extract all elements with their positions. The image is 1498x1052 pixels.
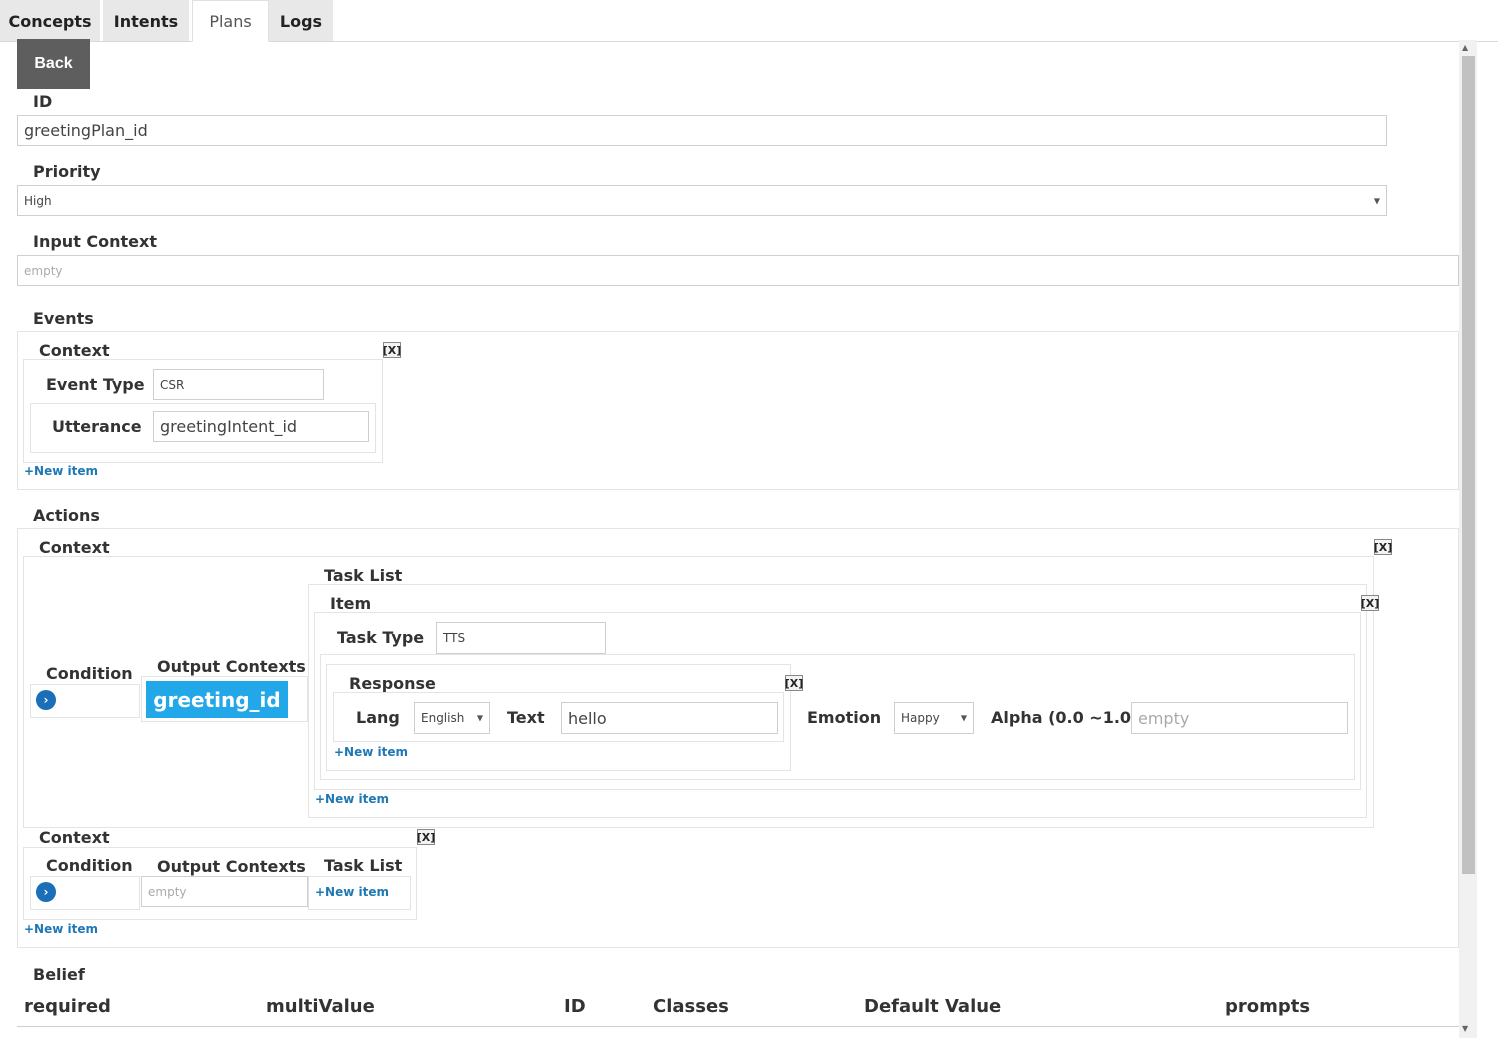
- emotion-value: Happy: [901, 711, 940, 725]
- response-label: Response: [349, 674, 436, 693]
- task-list-new-item-link[interactable]: +New item: [315, 792, 389, 806]
- emotion-label: Emotion: [807, 708, 882, 727]
- tab-logs[interactable]: Logs: [269, 0, 336, 42]
- context2-task-list-label: Task List: [324, 856, 403, 875]
- belief-col-id: ID: [564, 996, 586, 1017]
- context1-task-list-label: Task List: [324, 566, 403, 585]
- utterance-label: Utterance: [52, 417, 142, 436]
- belief-col-default-value: Default Value: [864, 996, 1002, 1017]
- input-context-label: Input Context: [33, 232, 157, 251]
- tab-intents[interactable]: Intents: [103, 0, 192, 42]
- chevron-right-circle-icon[interactable]: ›: [36, 882, 56, 902]
- lang-label: Lang: [356, 708, 400, 727]
- scroll-up-arrow-icon[interactable]: ▲: [1462, 43, 1468, 52]
- text-input[interactable]: hello: [561, 702, 778, 734]
- caret-down-icon: ▼: [476, 713, 483, 723]
- priority-value: High: [24, 193, 52, 208]
- event-type-label: Event Type: [46, 375, 145, 394]
- actions-context1-close-button[interactable]: [X]: [1374, 539, 1392, 555]
- back-button[interactable]: Back: [17, 39, 90, 89]
- events-context-label: Context: [39, 341, 110, 360]
- actions-new-item-link[interactable]: +New item: [24, 922, 98, 936]
- context2-condition-label: Condition: [46, 856, 133, 875]
- context1-output-contexts-label: Output Contexts: [157, 657, 306, 676]
- id-input[interactable]: greetingPlan_id: [17, 115, 1387, 146]
- tab-plans[interactable]: Plans: [192, 0, 269, 42]
- priority-select[interactable]: High ▼: [17, 185, 1387, 216]
- scroll-down-arrow-icon[interactable]: ▼: [1462, 1024, 1468, 1033]
- task-item-label: Item: [330, 594, 372, 613]
- actions-context2-close-button[interactable]: [X]: [417, 829, 435, 845]
- belief-header-divider: [17, 1026, 1459, 1027]
- input-context-field[interactable]: empty: [17, 255, 1459, 286]
- events-new-item-link[interactable]: +New item: [24, 464, 98, 478]
- lang-select[interactable]: English ▼: [414, 702, 490, 734]
- utterance-input[interactable]: greetingIntent_id: [153, 411, 369, 442]
- caret-down-icon: ▼: [1373, 196, 1380, 205]
- alpha-input[interactable]: empty: [1131, 702, 1348, 734]
- text-label: Text: [507, 708, 545, 727]
- task-type-label: Task Type: [337, 628, 425, 647]
- response-close-button[interactable]: [X]: [785, 675, 803, 691]
- emotion-select[interactable]: Happy ▼: [894, 702, 974, 734]
- actions-context1-label: Context: [39, 538, 110, 557]
- alpha-label: Alpha (0.0 ~1.0): [991, 708, 1139, 727]
- belief-col-required: required: [24, 996, 111, 1017]
- tab-bar: Concepts Intents Plans Logs: [0, 0, 1498, 42]
- context2-task-list-new-item-link[interactable]: +New item: [315, 885, 389, 899]
- priority-label: Priority: [33, 162, 101, 181]
- belief-col-prompts: prompts: [1225, 996, 1311, 1017]
- caret-down-icon: ▼: [960, 713, 967, 723]
- context2-output-contexts-field[interactable]: empty: [141, 876, 308, 907]
- response-new-item-link[interactable]: +New item: [334, 745, 408, 759]
- belief-col-classes: Classes: [653, 996, 729, 1017]
- events-context-close-button[interactable]: [X]: [383, 342, 401, 358]
- task-type-input[interactable]: TTS: [436, 622, 606, 654]
- event-type-input[interactable]: CSR: [153, 369, 324, 400]
- output-context-chip[interactable]: greeting_id: [146, 681, 288, 718]
- belief-col-multivalue: multiValue: [266, 996, 375, 1017]
- events-title: Events: [33, 309, 94, 328]
- context1-condition-label: Condition: [46, 664, 133, 683]
- scrollbar-thumb[interactable]: [1462, 56, 1475, 874]
- task-item-close-button[interactable]: [X]: [1361, 595, 1379, 611]
- belief-title: Belief: [33, 965, 85, 984]
- actions-title: Actions: [33, 506, 100, 525]
- id-label: ID: [33, 92, 53, 111]
- actions-context2-label: Context: [39, 828, 110, 847]
- context2-output-contexts-label: Output Contexts: [157, 857, 306, 876]
- tab-concepts[interactable]: Concepts: [0, 0, 103, 42]
- chevron-right-circle-icon[interactable]: ›: [36, 690, 56, 710]
- lang-value: English: [421, 711, 465, 725]
